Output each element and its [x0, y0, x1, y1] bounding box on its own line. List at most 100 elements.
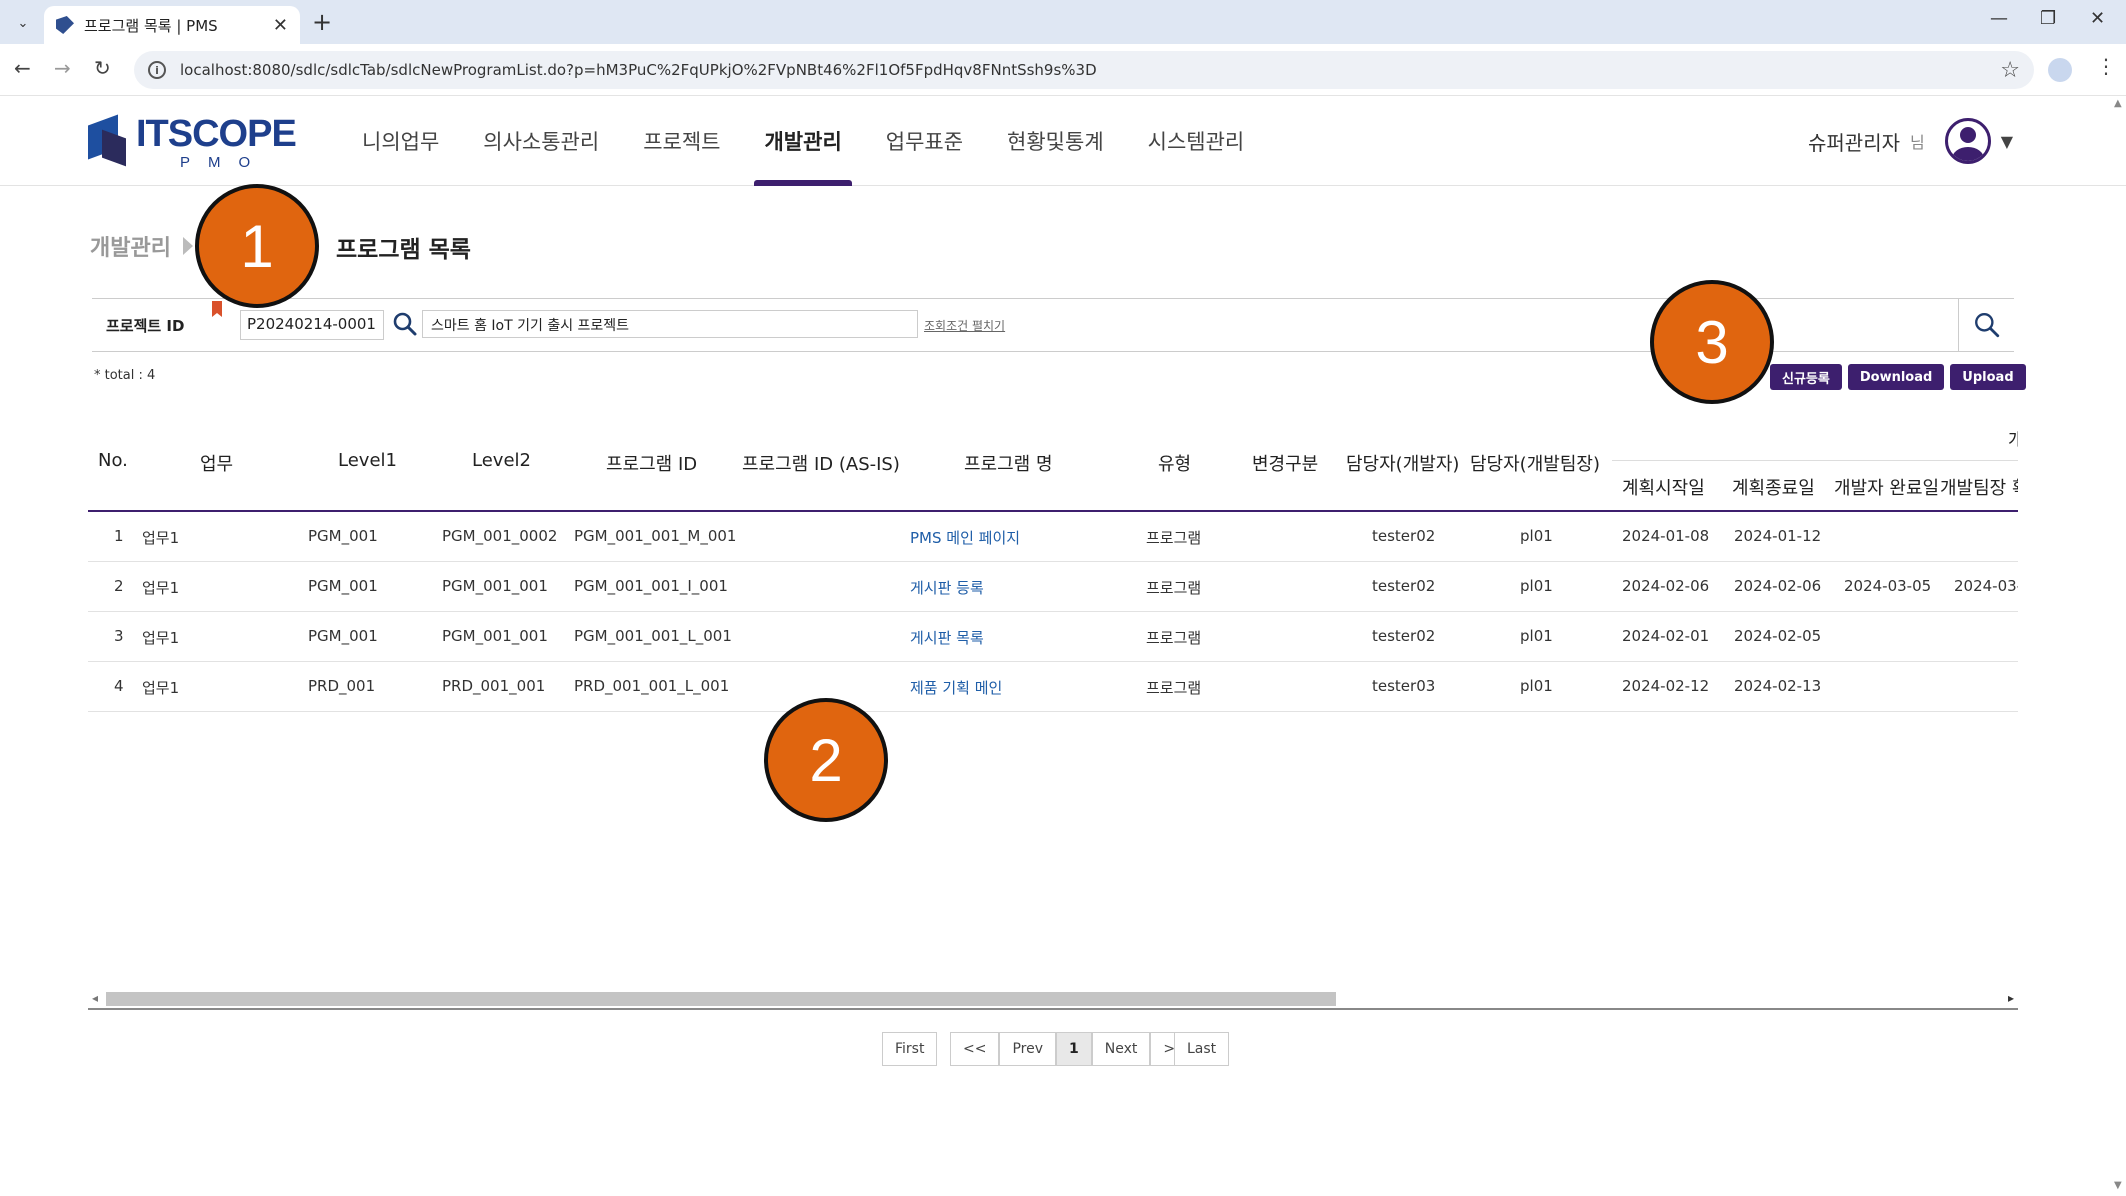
scroll-up-icon[interactable]: ▲	[2114, 98, 2122, 109]
header-program-name[interactable]: 프로그램 명	[964, 450, 1053, 476]
new-register-button[interactable]: 신규등록	[1770, 364, 1842, 390]
back-icon[interactable]: ←	[14, 56, 31, 80]
header-dev-lead[interactable]: 담당자(개발팀장)	[1470, 450, 1600, 476]
avatar-icon[interactable]	[1944, 118, 1991, 164]
table-row[interactable]: 3 업무1 PGM_001 PGM_001_001 PGM_001_001_L_…	[88, 612, 2018, 662]
cell-plan-start: 2024-02-06	[1622, 577, 1710, 595]
browser-toolbar: ← → ↻ i localhost:8080/sdlc/sdlcTab/sdlc…	[0, 44, 2126, 96]
scroll-down-icon[interactable]: ▼	[2114, 1180, 2122, 1191]
pager-first-group: First	[882, 1032, 938, 1066]
site-info-icon[interactable]: i	[148, 61, 166, 79]
cell-no: 3	[114, 627, 124, 645]
callout-2: 2	[764, 698, 888, 822]
header-dev-complete[interactable]: 개발자 완료일	[1834, 474, 1939, 500]
prev-arrow-button[interactable]: <<	[950, 1032, 1000, 1066]
logo-word: ITSCOPE	[136, 113, 297, 155]
close-window-icon[interactable]: ✕	[2090, 8, 2105, 29]
project-name-field[interactable]: 스마트 홈 IoT 기기 출시 프로젝트	[422, 310, 918, 338]
caret-down-icon[interactable]: ▼	[2001, 132, 2013, 151]
project-search-icon[interactable]	[392, 311, 418, 337]
cell-program-id: PGM_001_001_I_001	[574, 577, 728, 595]
action-buttons: 신규등록 Download Upload	[1770, 364, 2026, 390]
header-no[interactable]: No.	[98, 450, 128, 471]
close-tab-icon[interactable]: ✕	[273, 15, 288, 36]
table-row[interactable]: 4 업무1 PRD_001 PRD_001_001 PRD_001_001_L_…	[88, 662, 2018, 712]
minimize-icon[interactable]: —	[1990, 8, 2008, 29]
nav-statistics[interactable]: 현황및통계	[985, 96, 1126, 186]
table-row[interactable]: 2 업무1 PGM_001 PGM_001_001 PGM_001_001_I_…	[88, 562, 2018, 612]
forward-icon[interactable]: →	[54, 56, 71, 80]
profile-icon[interactable]	[2048, 58, 2072, 82]
header-task[interactable]: 업무	[200, 450, 233, 476]
cell-program-name-link[interactable]: 게시판 등록	[910, 577, 984, 598]
download-button[interactable]: Download	[1847, 364, 1945, 390]
nav-project[interactable]: 프로젝트	[621, 96, 742, 186]
breadcrumb-arrow-icon	[182, 237, 193, 255]
pager-last-group: Last	[1174, 1032, 1230, 1066]
horizontal-scrollbar[interactable]: ◂ ▸	[88, 988, 2018, 1010]
browser-tab-bar: ⌄ 프로그램 목록 | PMS ✕ + — ❐ ✕	[0, 0, 2126, 44]
cell-dev-lead: pl01	[1520, 577, 1553, 595]
nav-communication[interactable]: 의사소통관리	[461, 96, 621, 186]
header-group-label: 개	[2008, 430, 2018, 451]
browser-menu-icon[interactable]: ⋮	[2096, 54, 2116, 78]
first-page-button[interactable]: First	[882, 1032, 938, 1066]
nav-standard[interactable]: 업무표준	[864, 96, 985, 186]
header-plan-end[interactable]: 계획종료일	[1732, 474, 1815, 500]
cell-program-name-link[interactable]: PMS 메인 페이지	[910, 527, 1020, 548]
upload-button[interactable]: Upload	[1950, 364, 2026, 390]
cell-task: 업무1	[142, 629, 180, 647]
expand-conditions-link[interactable]: 조회조건 펼치기	[924, 317, 1005, 334]
cell-developer: tester03	[1372, 677, 1436, 695]
cell-level2: PGM_001_001	[442, 577, 548, 595]
cell-program-name-link[interactable]: 제품 기획 메인	[910, 677, 1002, 698]
last-page-button[interactable]: Last	[1174, 1032, 1230, 1066]
page-1-button[interactable]: 1	[1056, 1032, 1092, 1066]
cell-lead-confirm: 2024-03-	[1954, 577, 2018, 595]
page-title: 프로그램 목록	[336, 237, 471, 263]
header-program-id-asis[interactable]: 프로그램 ID (AS-IS)	[742, 450, 900, 476]
nav-development[interactable]: 개발관리	[742, 96, 863, 186]
url-text[interactable]: localhost:8080/sdlc/sdlcTab/sdlcNewProgr…	[180, 61, 2000, 79]
header-type[interactable]: 유형	[1158, 450, 1191, 476]
browser-tab[interactable]: 프로그램 목록 | PMS ✕	[44, 6, 300, 44]
scroll-thumb[interactable]	[106, 992, 1336, 1006]
logo[interactable]: ITSCOPE PMO	[88, 113, 297, 171]
tab-title: 프로그램 목록 | PMS	[84, 16, 218, 35]
cell-level2: PRD_001_001	[442, 677, 546, 695]
nav-system[interactable]: 시스템관리	[1126, 96, 1267, 186]
cell-plan-end: 2024-02-06	[1734, 577, 1822, 595]
reload-icon[interactable]: ↻	[94, 56, 111, 80]
cell-developer: tester02	[1372, 577, 1436, 595]
restore-icon[interactable]: ❐	[2040, 8, 2056, 29]
scroll-left-icon[interactable]: ◂	[92, 991, 98, 1005]
header-plan-start[interactable]: 계획시작일	[1622, 474, 1705, 500]
scroll-right-icon[interactable]: ▸	[2008, 991, 2014, 1005]
user-menu[interactable]: 슈퍼관리자 님 ▼	[1808, 118, 2013, 164]
next-page-button[interactable]: Next	[1091, 1032, 1151, 1066]
cell-level2: PGM_001_0002	[442, 527, 558, 545]
user-honorific: 님	[1910, 133, 1925, 152]
cell-level1: PGM_001	[308, 627, 378, 645]
cell-program-name-link[interactable]: 게시판 목록	[910, 627, 984, 648]
project-id-input[interactable]: P20240214-0001	[240, 310, 384, 340]
nav-my-work[interactable]: 니의업무	[340, 96, 461, 186]
bookmark-star-icon[interactable]: ☆	[2000, 58, 2020, 83]
header-developer[interactable]: 담당자(개발자)	[1346, 450, 1459, 476]
tab-list-icon[interactable]: ⌄	[10, 10, 36, 36]
cell-dev-lead: pl01	[1520, 527, 1553, 545]
cell-type: 프로그램	[1146, 579, 1202, 597]
header-lead-confirm[interactable]: 개발팀장 확	[1940, 474, 2018, 500]
address-bar[interactable]: i localhost:8080/sdlc/sdlcTab/sdlcNewPro…	[134, 51, 2034, 89]
header-level1[interactable]: Level1	[338, 450, 397, 471]
header-program-id[interactable]: 프로그램 ID	[606, 450, 697, 476]
table-row[interactable]: 1 업무1 PGM_001 PGM_001_0002 PGM_001_001_M…	[88, 512, 2018, 562]
new-tab-icon[interactable]: +	[312, 8, 332, 36]
search-button[interactable]	[1958, 299, 2014, 351]
prev-page-button[interactable]: Prev	[999, 1032, 1057, 1066]
required-flag-icon	[212, 301, 222, 317]
cell-no: 4	[114, 677, 124, 695]
header-change[interactable]: 변경구분	[1252, 450, 1318, 476]
logo-sub: PMO	[180, 154, 269, 171]
header-level2[interactable]: Level2	[472, 450, 531, 471]
